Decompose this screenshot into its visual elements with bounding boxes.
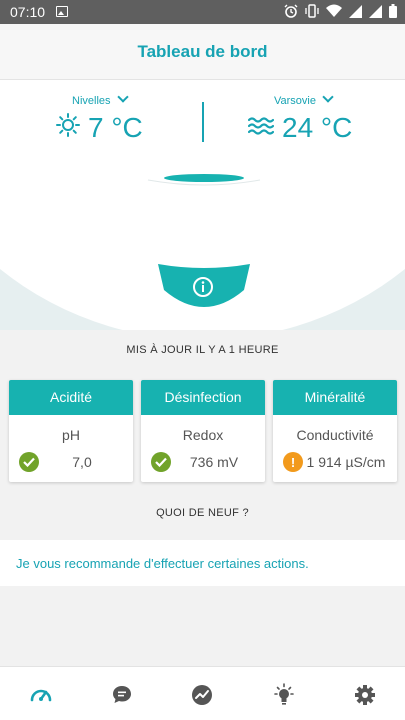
recommendation-item[interactable]: Je vous recommande d'effectuer certaines… [0, 540, 405, 586]
bottom-navigation [0, 666, 405, 720]
alarm-icon [284, 4, 298, 21]
temperature-left-value: 7 °C [88, 112, 143, 143]
app-header: Tableau de bord [0, 24, 405, 80]
card-title: Acidité [9, 380, 133, 415]
nav-tips[interactable] [272, 683, 296, 707]
card-value: 1 914 µS/cm [306, 454, 386, 470]
card-value: 736 mV [189, 454, 239, 470]
nav-dashboard[interactable] [29, 683, 53, 707]
signal-icon [349, 4, 362, 21]
sun-icon [56, 112, 80, 144]
check-icon [151, 452, 171, 472]
water-waves-icon [247, 112, 275, 144]
check-icon [19, 452, 39, 472]
image-icon [56, 6, 68, 17]
status-bar: 07:10 [0, 0, 405, 24]
vibrate-icon [305, 4, 319, 21]
card-metric: Redox [182, 427, 224, 443]
news-heading: QUOI DE NEUF ? [156, 507, 249, 519]
temperature-left: 7 °C [56, 112, 143, 144]
chat-bubble-icon [113, 686, 131, 703]
wifi-icon [326, 4, 342, 21]
card-metric: Conductivité [296, 427, 374, 443]
card-title: Désinfection [141, 380, 265, 415]
city-selector-left[interactable]: Nivelles [72, 91, 129, 107]
city-name-left: Nivelles [72, 95, 111, 107]
status-icons [284, 4, 397, 21]
battery-icon [389, 4, 397, 21]
last-updated-text: MIS À JOUR IL Y A 1 HEURE [126, 344, 279, 356]
info-icon[interactable] [192, 276, 214, 298]
gear-icon [355, 685, 375, 705]
nav-messages[interactable] [110, 683, 134, 707]
status-time: 07:10 [10, 4, 46, 20]
page-title: Tableau de bord [137, 42, 268, 61]
card-disinfection[interactable]: Désinfection Redox 736 mV [141, 380, 265, 482]
nav-settings[interactable] [353, 683, 377, 707]
nav-history[interactable] [190, 683, 214, 707]
card-value: 7,0 [72, 454, 92, 470]
signal-icon [369, 4, 382, 21]
weather-hero: Nivelles 7 °C Varsovie 24 °C [0, 80, 405, 330]
card-title: Minéralité [273, 380, 397, 415]
exclamation-icon: ! [283, 452, 303, 472]
temperature-right-value: 24 °C [282, 112, 353, 143]
city-name-right: Varsovie [274, 95, 316, 107]
card-mineral[interactable]: Minéralité Conductivité ! 1 914 µS/cm [273, 380, 397, 482]
recommendation-text: Je vous recommande d'effectuer certaines… [16, 556, 309, 571]
temperature-right: 24 °C [247, 112, 353, 144]
card-metric: pH [62, 427, 80, 443]
weather-divider [202, 102, 204, 142]
city-selector-right[interactable]: Varsovie [274, 91, 334, 107]
gauge-icon [30, 689, 52, 702]
trend-chart-icon [192, 685, 212, 705]
lightbulb-icon [274, 683, 294, 705]
card-acidity[interactable]: Acidité pH 7,0 [9, 380, 133, 482]
